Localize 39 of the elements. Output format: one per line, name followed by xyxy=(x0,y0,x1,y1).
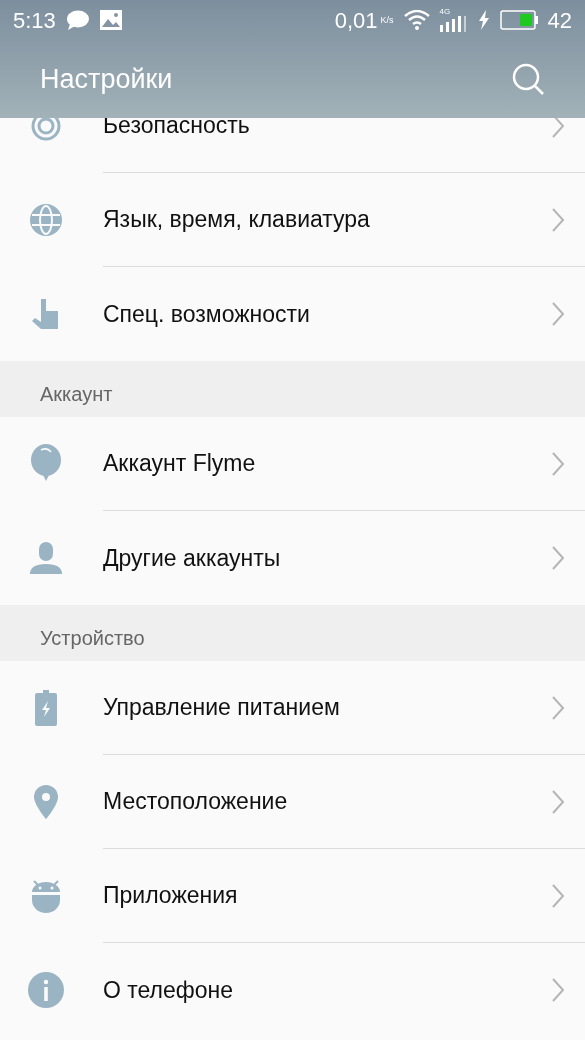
signal-bars-icon xyxy=(439,16,468,32)
item-label: Другие аккаунты xyxy=(103,543,282,573)
globe-icon xyxy=(28,203,63,237)
section-header: Аккаунт xyxy=(40,382,113,407)
section-header: Устройство xyxy=(40,626,145,651)
network-speed: 0,01 xyxy=(334,6,378,35)
chevron-right-icon xyxy=(551,301,565,327)
item-label: Управление питанием xyxy=(103,693,341,723)
image-icon xyxy=(99,10,122,30)
android-robot-icon xyxy=(30,878,61,914)
clock-time: 5:13 xyxy=(13,6,56,35)
chat-bubble-icon xyxy=(65,10,90,30)
wifi-icon xyxy=(403,10,430,30)
battery-bolt-icon xyxy=(33,690,58,726)
chevron-right-icon xyxy=(551,788,565,815)
info-icon xyxy=(27,972,64,1008)
item-label: Приложения xyxy=(103,881,239,911)
search-icon[interactable] xyxy=(511,62,545,96)
chevron-right-icon xyxy=(551,450,565,477)
network-type: 4G xyxy=(439,8,451,16)
chevron-right-icon xyxy=(551,545,565,571)
chevron-right-icon xyxy=(551,118,565,139)
item-label: Аккаунт Flyme xyxy=(103,449,257,479)
battery-icon xyxy=(499,10,538,30)
chevron-right-icon xyxy=(551,977,565,1003)
person-icon xyxy=(28,541,63,575)
item-label: Спец. возможности xyxy=(103,299,311,329)
screen-title: Настройки xyxy=(40,62,174,96)
charging-bolt-icon xyxy=(477,10,490,30)
item-label: Язык, время, клавиатура xyxy=(103,205,371,235)
chevron-right-icon xyxy=(551,694,565,721)
item-label: Безопасность xyxy=(103,118,251,141)
chevron-right-icon xyxy=(551,882,565,909)
location-pin-icon xyxy=(32,784,59,820)
speed-unit: K/s xyxy=(380,15,394,25)
battery-percent: 42 xyxy=(547,6,572,35)
item-label: Местоположение xyxy=(103,787,289,817)
item-label: О телефоне xyxy=(103,975,234,1005)
chevron-right-icon xyxy=(551,206,565,233)
